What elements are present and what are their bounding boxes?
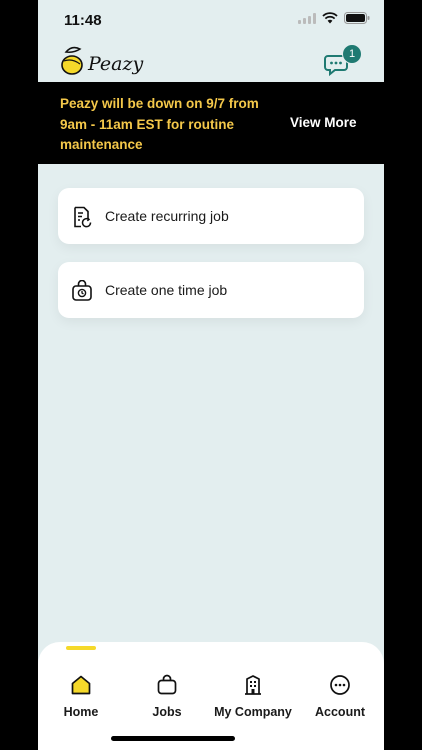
lemon-logo-icon: Peazy bbox=[61, 46, 144, 75]
tab-account[interactable]: Account bbox=[297, 674, 383, 730]
chat-button[interactable]: 1 bbox=[324, 44, 362, 79]
create-one-time-job-button[interactable]: Create one time job bbox=[58, 262, 364, 318]
bag-icon bbox=[157, 674, 177, 695]
tab-my-company[interactable]: My Company bbox=[210, 674, 296, 730]
battery-icon bbox=[344, 12, 370, 24]
logo-text: Peazy bbox=[87, 53, 144, 75]
home-indicator[interactable] bbox=[111, 736, 235, 741]
status-time: 11:48 bbox=[64, 12, 102, 29]
chat-badge: 1 bbox=[342, 44, 362, 64]
active-tab-indicator bbox=[66, 646, 96, 650]
maintenance-banner: Peazy will be down on 9/7 from 9am - 11a… bbox=[38, 82, 384, 164]
recurring-job-label: Create recurring job bbox=[105, 208, 229, 224]
one-time-job-icon bbox=[72, 280, 92, 301]
app-header: Peazy 1 bbox=[38, 40, 384, 82]
one-time-job-label: Create one time job bbox=[105, 282, 228, 298]
home-icon bbox=[71, 675, 91, 695]
tab-home[interactable]: Home bbox=[38, 674, 124, 730]
more-icon bbox=[330, 675, 350, 695]
tab-account-label: Account bbox=[315, 705, 365, 719]
status-bar: 11:48 bbox=[38, 0, 384, 40]
tab-jobs[interactable]: Jobs bbox=[124, 674, 210, 730]
building-icon bbox=[245, 675, 261, 695]
wifi-icon bbox=[322, 12, 338, 24]
tab-home-label: Home bbox=[63, 705, 99, 719]
tab-jobs-label: Jobs bbox=[152, 705, 182, 719]
recurring-job-icon bbox=[74, 206, 92, 228]
banner-message: Peazy will be down on 9/7 from 9am - 11a… bbox=[60, 96, 259, 152]
view-more-link[interactable]: View More bbox=[290, 115, 357, 130]
peazy-logo[interactable]: Peazy bbox=[60, 42, 150, 85]
tab-my-company-label: My Company bbox=[214, 705, 292, 719]
create-recurring-job-button[interactable]: Create recurring job bbox=[58, 188, 364, 244]
bottom-tab-bar: Home Jobs My Company Account bbox=[38, 642, 384, 750]
app-screen: 11:48 Peazy 1 Peazy will be down on 9/7 … bbox=[38, 0, 384, 750]
status-icons bbox=[298, 12, 370, 24]
signal-icon bbox=[298, 12, 316, 24]
